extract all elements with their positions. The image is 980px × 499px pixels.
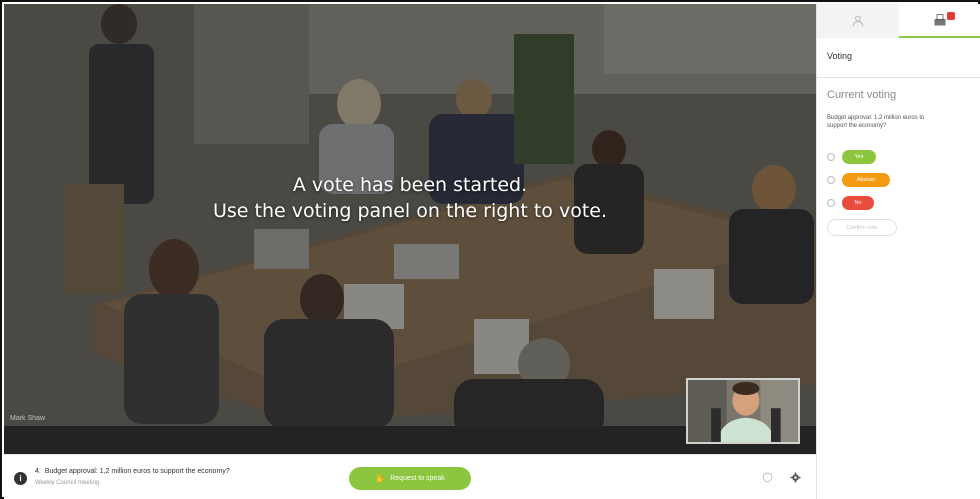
confirm-vote-button[interactable]: Confirm vote xyxy=(827,219,897,236)
agenda-bar: i 4. Budget approval: 1,2 million euros t… xyxy=(4,454,816,499)
app-window: A vote has been started. Use the voting … xyxy=(0,0,980,499)
agenda-item: 4. Budget approval: 1,2 million euros to … xyxy=(35,468,230,475)
self-view-video[interactable] xyxy=(686,378,800,444)
voting-question: Budget approval: 1,2 million euros to su… xyxy=(827,115,925,129)
people-icon xyxy=(853,15,863,27)
tab-voting[interactable] xyxy=(899,4,980,38)
meeting-name: Weekly Council meeting xyxy=(35,480,100,486)
speaker-name-label: Mark Shaw xyxy=(10,415,46,422)
shield-icon[interactable] xyxy=(762,472,773,483)
vote-option-abstain[interactable]: Abstain xyxy=(827,173,890,187)
gear-icon[interactable] xyxy=(790,472,801,483)
radio-abstain[interactable] xyxy=(827,176,835,184)
vote-started-message: A vote has been started. Use the voting … xyxy=(4,172,816,224)
request-to-speak-button[interactable]: ✋ Request to speak xyxy=(349,467,471,490)
tab-participants[interactable] xyxy=(817,4,899,38)
radio-yes[interactable] xyxy=(827,153,835,161)
ballot-box-icon xyxy=(934,14,946,26)
hand-icon: ✋ xyxy=(375,474,386,483)
pill-abstain[interactable]: Abstain xyxy=(842,173,890,187)
vote-message-line-2: Use the voting panel on the right to vot… xyxy=(212,200,608,222)
pill-no[interactable]: No xyxy=(842,196,874,210)
vote-option-yes[interactable]: Yes xyxy=(827,150,876,164)
current-voting-heading: Current voting xyxy=(827,89,897,101)
notification-badge xyxy=(947,12,955,20)
info-icon[interactable]: i xyxy=(14,472,27,485)
vote-message-line-1: A vote has been started. xyxy=(292,174,528,196)
request-to-speak-label: Request to speak xyxy=(390,475,445,482)
vote-option-no[interactable]: No xyxy=(827,196,874,210)
panel-tabs xyxy=(817,4,980,38)
pill-yes[interactable]: Yes xyxy=(842,150,876,164)
divider xyxy=(817,77,980,78)
radio-no[interactable] xyxy=(827,199,835,207)
voting-panel: Voting Current voting Budget approval: 1… xyxy=(816,4,980,499)
agenda-title: Budget approval: 1,2 million euros to su… xyxy=(44,468,230,475)
agenda-number: 4. xyxy=(35,468,41,475)
panel-title: Voting xyxy=(827,51,853,61)
